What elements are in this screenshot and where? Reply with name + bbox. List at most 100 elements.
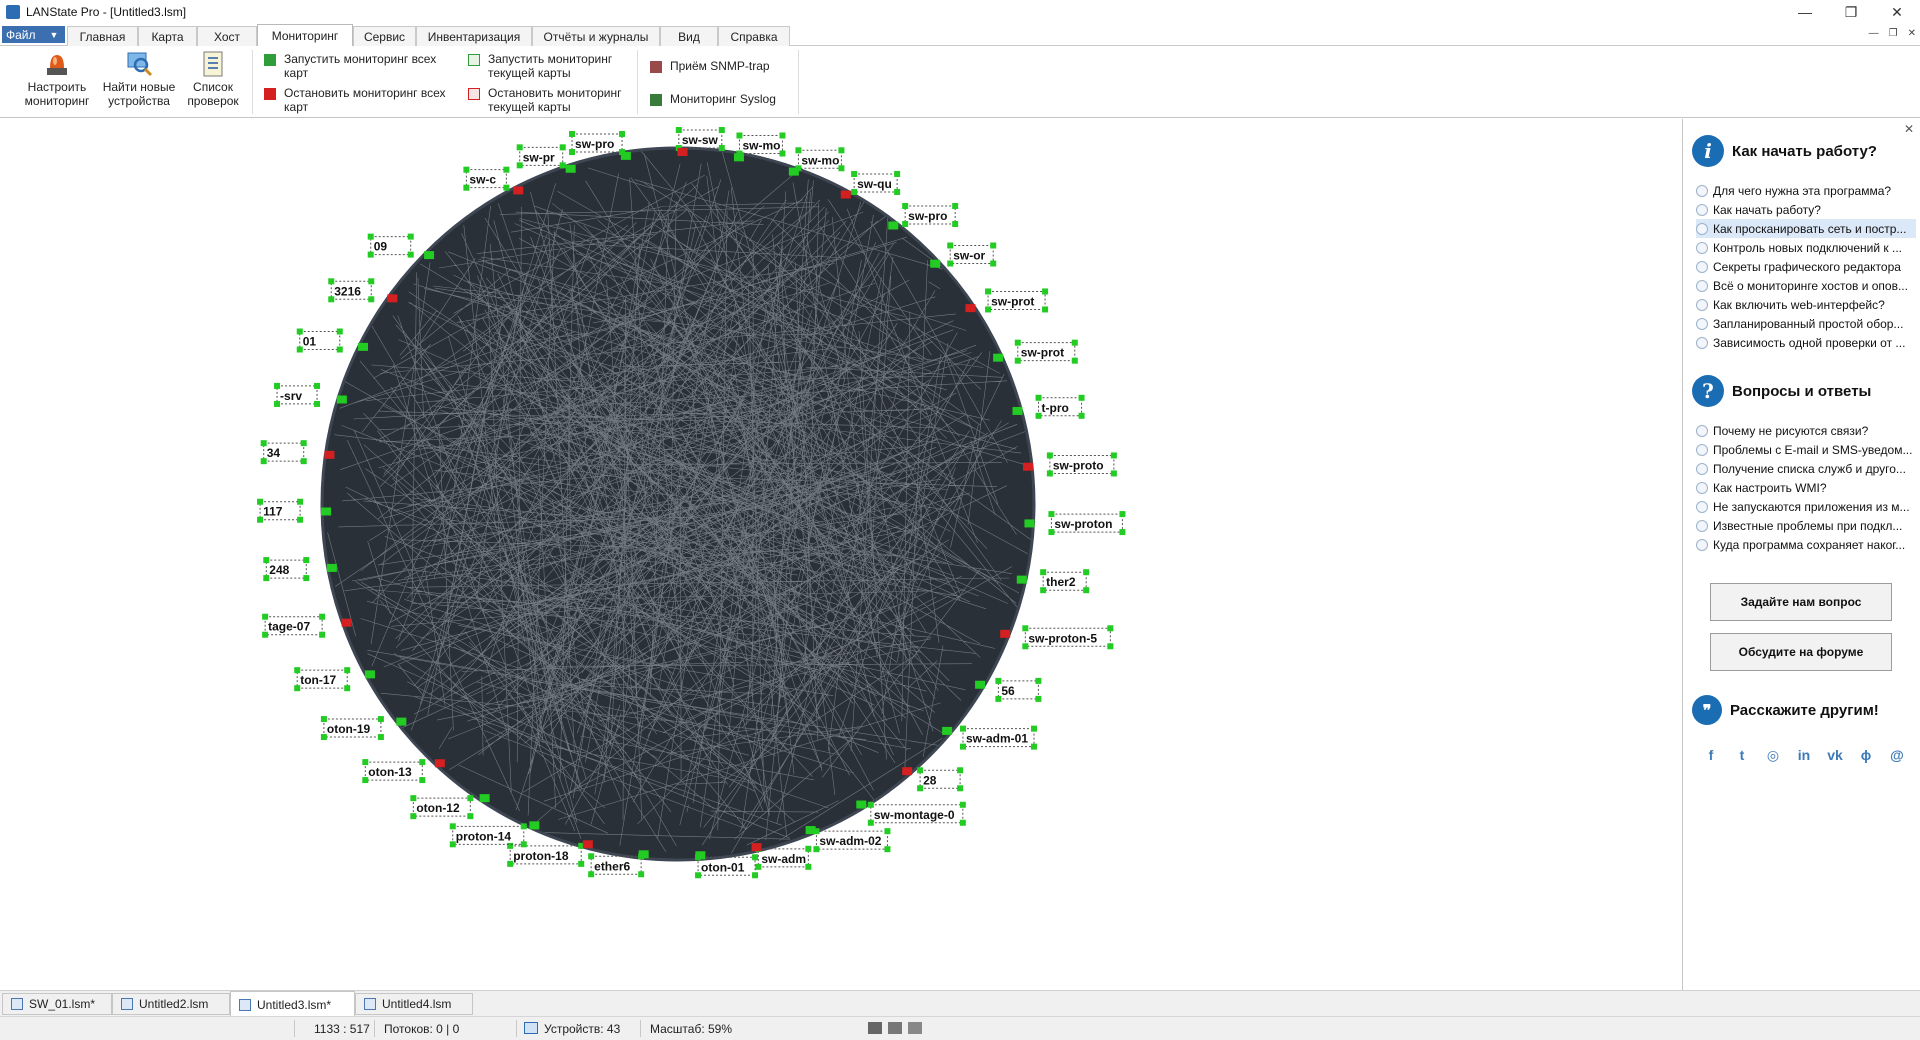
vk-icon[interactable]: vk	[1826, 746, 1844, 764]
close-icon[interactable]: ✕	[1904, 122, 1914, 136]
mdi-restore-button[interactable]: ❐	[1889, 28, 1898, 39]
resize-handle[interactable]	[1107, 625, 1114, 632]
resize-handle[interactable]	[368, 296, 375, 303]
help-link[interactable]: Почему не рисуются связи?	[1696, 421, 1916, 440]
map-node[interactable]: sw-montage-0	[856, 800, 966, 826]
setup-monitoring-button[interactable]: Настроить мониторинг	[22, 50, 92, 114]
map-node[interactable]: sw-pr	[516, 144, 576, 173]
resize-handle[interactable]	[467, 813, 474, 820]
twitter-icon[interactable]: t	[1733, 746, 1751, 764]
map-node[interactable]: sw-qu	[840, 170, 901, 199]
resize-handle[interactable]	[407, 251, 414, 258]
help-link[interactable]: Всё о мониторинге хостов и опов...	[1696, 276, 1916, 295]
tab-service[interactable]: Сервис	[353, 26, 416, 46]
resize-handle[interactable]	[336, 346, 343, 353]
resize-handle[interactable]	[959, 819, 966, 826]
stop-current-monitoring-button[interactable]: Остановить мониторинг текущей карты	[468, 86, 633, 114]
tab-home[interactable]: Главная	[67, 26, 138, 46]
resize-handle[interactable]	[559, 162, 566, 169]
map-node[interactable]: sw-adm-01	[942, 725, 1037, 750]
tab-help[interactable]: Справка	[718, 26, 790, 46]
resize-handle[interactable]	[884, 828, 891, 835]
stop-all-monitoring-button[interactable]: Остановить мониторинг всех карт	[264, 86, 449, 114]
resize-handle[interactable]	[303, 575, 310, 582]
resize-handle[interactable]	[1083, 587, 1090, 594]
resize-handle[interactable]	[1110, 452, 1117, 459]
map-node[interactable]: 09	[367, 233, 435, 260]
resize-handle[interactable]	[718, 127, 725, 134]
network-icon[interactable]	[888, 1022, 902, 1034]
resize-handle[interactable]	[467, 795, 474, 802]
help-link[interactable]: Как просканировать сеть и постр...	[1696, 219, 1916, 238]
resize-handle[interactable]	[619, 131, 626, 138]
map-node[interactable]: sw-proto	[1023, 452, 1117, 477]
help-link[interactable]: Как начать работу?	[1696, 200, 1916, 219]
resize-handle[interactable]	[1071, 339, 1078, 346]
help-link[interactable]: Запланированный простой обор...	[1696, 314, 1916, 333]
resize-handle[interactable]	[314, 382, 321, 389]
map-node[interactable]: 56	[975, 677, 1042, 702]
resize-handle[interactable]	[344, 667, 351, 674]
resize-handle[interactable]	[952, 203, 959, 210]
resize-handle[interactable]	[957, 767, 964, 774]
resize-handle[interactable]	[959, 801, 966, 808]
help-link[interactable]: Как настроить WMI?	[1696, 478, 1916, 497]
save-icon[interactable]	[908, 1022, 922, 1034]
syslog-button[interactable]: Мониторинг Syslog	[650, 92, 790, 106]
resize-handle[interactable]	[319, 613, 326, 620]
resize-handle[interactable]	[377, 734, 384, 741]
resize-handle[interactable]	[1042, 306, 1049, 313]
resize-handle[interactable]	[314, 400, 321, 407]
help-link[interactable]: Не запускаются приложения из м...	[1696, 497, 1916, 516]
map-node[interactable]: tage-07	[262, 613, 352, 638]
resize-handle[interactable]	[1042, 288, 1049, 295]
resize-handle[interactable]	[752, 854, 759, 861]
start-current-monitoring-button[interactable]: Запустить мониторинг текущей карты	[468, 52, 633, 80]
resize-handle[interactable]	[578, 860, 585, 867]
resize-handle[interactable]	[368, 278, 375, 285]
find-devices-button[interactable]: Найти новые устройства	[101, 50, 177, 114]
resize-handle[interactable]	[1083, 569, 1090, 576]
file-menu-button[interactable]: Файл ▼	[2, 26, 65, 43]
map-node[interactable]: 117	[257, 498, 332, 523]
resize-handle[interactable]	[894, 170, 901, 177]
map-node[interactable]: sw-proton	[1024, 511, 1126, 536]
resize-handle[interactable]	[805, 845, 812, 852]
help-link[interactable]: Контроль новых подключений к ...	[1696, 238, 1916, 257]
resize-handle[interactable]	[1078, 394, 1085, 401]
resize-handle[interactable]	[1078, 412, 1085, 419]
close-button[interactable]: ✕	[1874, 0, 1920, 24]
mdi-minimize-button[interactable]: —	[1869, 28, 1879, 39]
map-node[interactable]: sw-prot	[965, 288, 1049, 313]
tab-view[interactable]: Вид	[660, 26, 718, 46]
tab-reports[interactable]: Отчёты и журналы	[532, 26, 660, 46]
resize-handle[interactable]	[952, 221, 959, 228]
resize-handle[interactable]	[297, 516, 304, 523]
resize-handle[interactable]	[1071, 357, 1078, 364]
map-node[interactable]: sw-proton-5	[1000, 625, 1114, 650]
moimir-icon[interactable]: ϕ	[1857, 746, 1875, 764]
resize-handle[interactable]	[990, 260, 997, 267]
map-node[interactable]: sw-c	[463, 166, 524, 195]
check-list-button[interactable]: Список проверок	[181, 50, 245, 114]
facebook-icon[interactable]: f	[1702, 746, 1720, 764]
resize-handle[interactable]	[1110, 470, 1117, 477]
doc-tab-untitled4[interactable]: Untitled4.lsm	[355, 993, 473, 1015]
resize-handle[interactable]	[344, 685, 351, 692]
map-node[interactable]: sw-mo	[788, 147, 845, 176]
resize-handle[interactable]	[805, 863, 812, 870]
start-all-monitoring-button[interactable]: Запустить мониторинг всех карт	[264, 52, 449, 80]
map-node[interactable]: sw-adm-02	[805, 826, 891, 853]
map-node[interactable]: sw-prot	[993, 339, 1078, 364]
resize-handle[interactable]	[303, 557, 310, 564]
resize-handle[interactable]	[1030, 725, 1037, 732]
resize-handle[interactable]	[297, 498, 304, 505]
resize-handle[interactable]	[884, 846, 891, 853]
resize-handle[interactable]	[407, 233, 414, 240]
help-link[interactable]: Получение списка служб и друго...	[1696, 459, 1916, 478]
map-node[interactable]: sw-adm	[751, 843, 812, 870]
help-link[interactable]: Как включить web-интерфейс?	[1696, 295, 1916, 314]
resize-handle[interactable]	[559, 144, 566, 151]
tab-monitoring[interactable]: Мониторинг	[257, 24, 353, 47]
resize-handle[interactable]	[520, 841, 527, 848]
